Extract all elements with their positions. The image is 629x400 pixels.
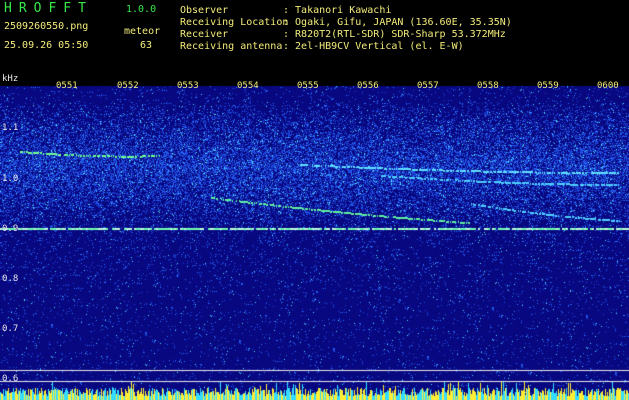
header-panel: HROFFT 1.0.0 2509260550.png meteor 25.09… <box>0 0 629 72</box>
spectrogram-canvas <box>0 72 629 400</box>
app-name: HROFFT <box>4 1 93 16</box>
y-tick-0-9: 0.9 <box>2 224 19 234</box>
x-tick-0557: 0557 <box>417 81 439 91</box>
x-tick-0559: 0559 <box>537 81 559 91</box>
location-label: Receiving Location <box>180 17 289 28</box>
meteor-label: meteor <box>124 26 161 37</box>
x-tick-0556: 0556 <box>357 81 379 91</box>
x-tick-0558: 0558 <box>477 81 499 91</box>
x-tick-0600: 0600 <box>597 81 619 91</box>
x-tick-0554: 0554 <box>237 81 259 91</box>
y-axis-unit: kHz <box>2 74 19 84</box>
app-version: 1.0.0 <box>126 4 157 15</box>
receiver-label: Receiver <box>180 29 229 40</box>
y-tick-1-1: 1.1 <box>2 123 19 133</box>
y-tick-1-0: 1.0 <box>2 174 19 184</box>
antenna-label: Receiving antenna <box>180 41 283 52</box>
y-tick-0-7: 0.7 <box>2 324 19 334</box>
receiver-value: : R820T2(RTL-SDR) SDR-Sharp 53.372MHz <box>283 29 506 40</box>
x-tick-0555: 0555 <box>297 81 319 91</box>
antenna-value: : 2el-HB9CV Vertical (el. E-W) <box>283 41 464 52</box>
observer-label: Observer <box>180 5 229 16</box>
y-tick-0-8: 0.8 <box>2 274 19 284</box>
x-tick-0552: 0552 <box>117 81 139 91</box>
datetime: 25.09.26 05:50 <box>4 40 89 51</box>
meteor-count: 63 <box>140 40 153 51</box>
y-tick-0-6: 0.6 <box>2 374 19 384</box>
x-tick-0553: 0553 <box>177 81 199 91</box>
observer-value: : Takanori Kawachi <box>283 5 392 16</box>
location-value: : Ogaki, Gifu, JAPAN (136.60E, 35.35N) <box>283 17 512 28</box>
x-tick-0551: 0551 <box>56 81 78 91</box>
filename: 2509260550.png <box>4 21 89 32</box>
